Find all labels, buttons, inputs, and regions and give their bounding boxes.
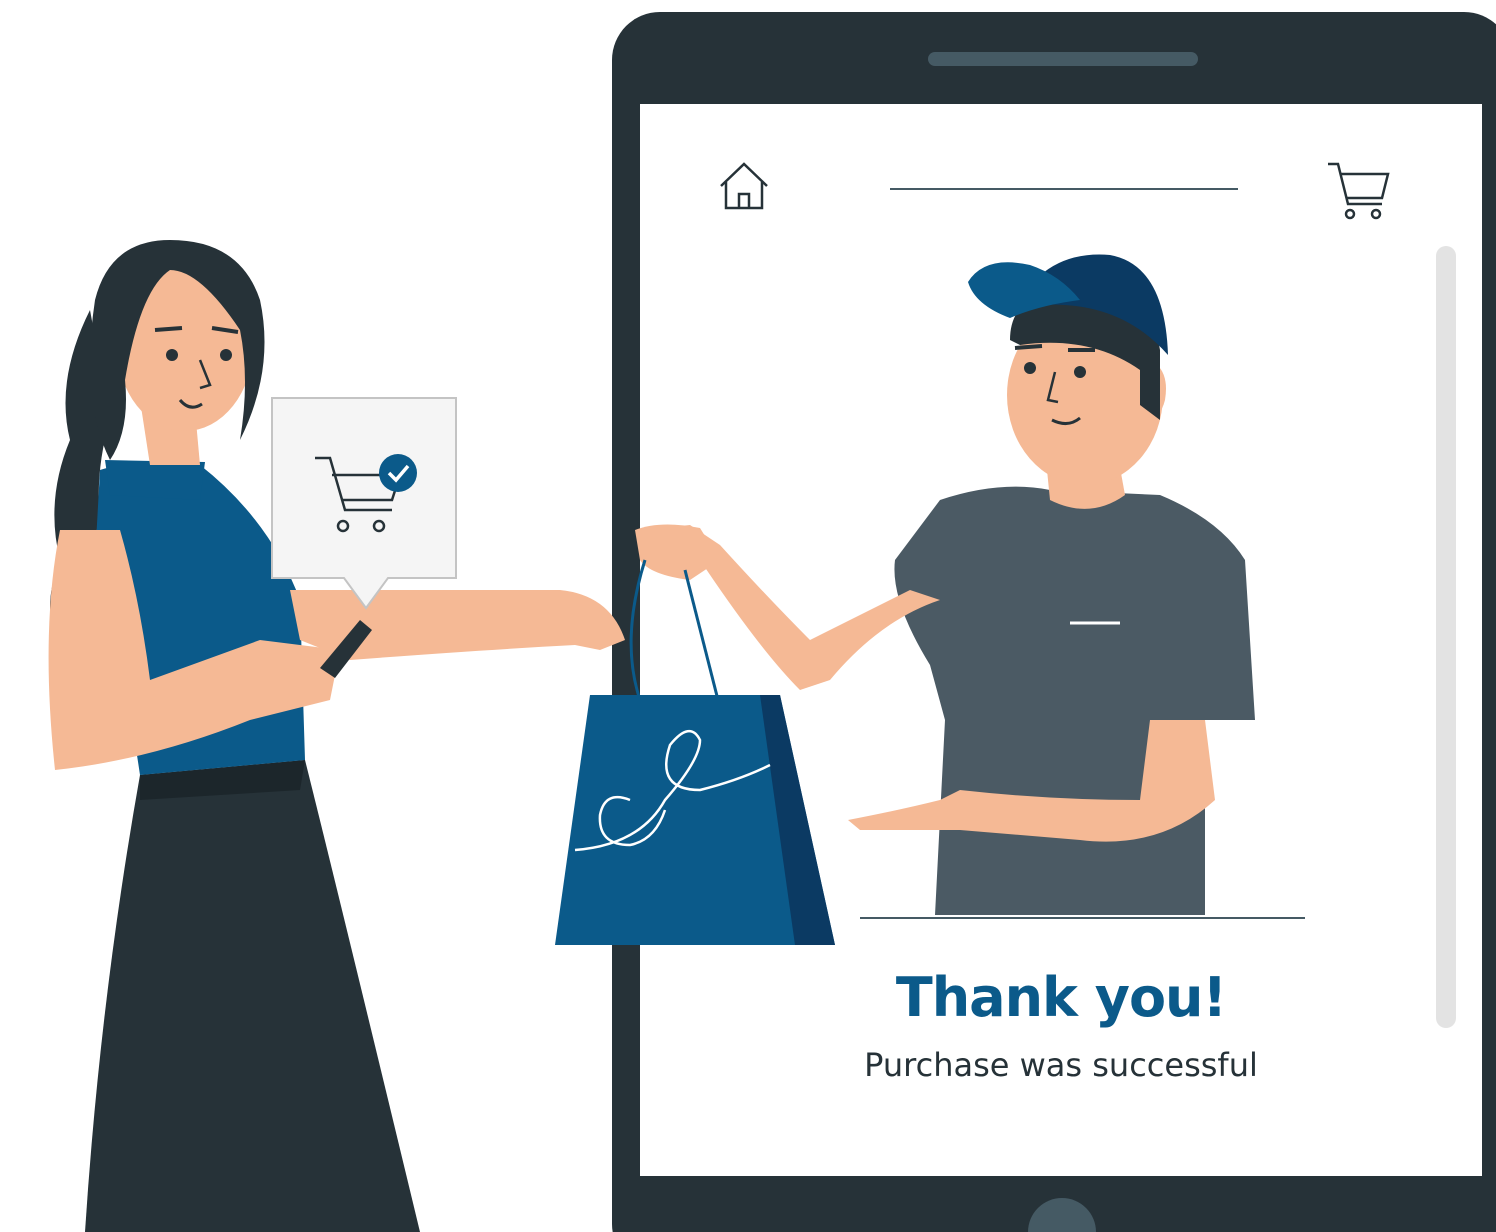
home-button[interactable] bbox=[718, 160, 770, 212]
cart-button[interactable] bbox=[1326, 160, 1390, 220]
phone-speaker bbox=[928, 52, 1198, 66]
thank-you-title: Thank you! bbox=[895, 966, 1227, 1029]
cart-icon bbox=[1328, 162, 1390, 220]
woman-skirt bbox=[85, 760, 420, 1232]
woman bbox=[48, 240, 625, 1232]
home-icon bbox=[720, 162, 768, 210]
purchase-status-text: Purchase was successful bbox=[864, 1046, 1258, 1084]
scrollbar[interactable] bbox=[1436, 246, 1456, 1028]
header-divider bbox=[890, 188, 1238, 190]
phone-screen-ui: Thank you! Purchase was successful bbox=[640, 104, 1482, 1176]
cart-popup bbox=[271, 397, 457, 610]
